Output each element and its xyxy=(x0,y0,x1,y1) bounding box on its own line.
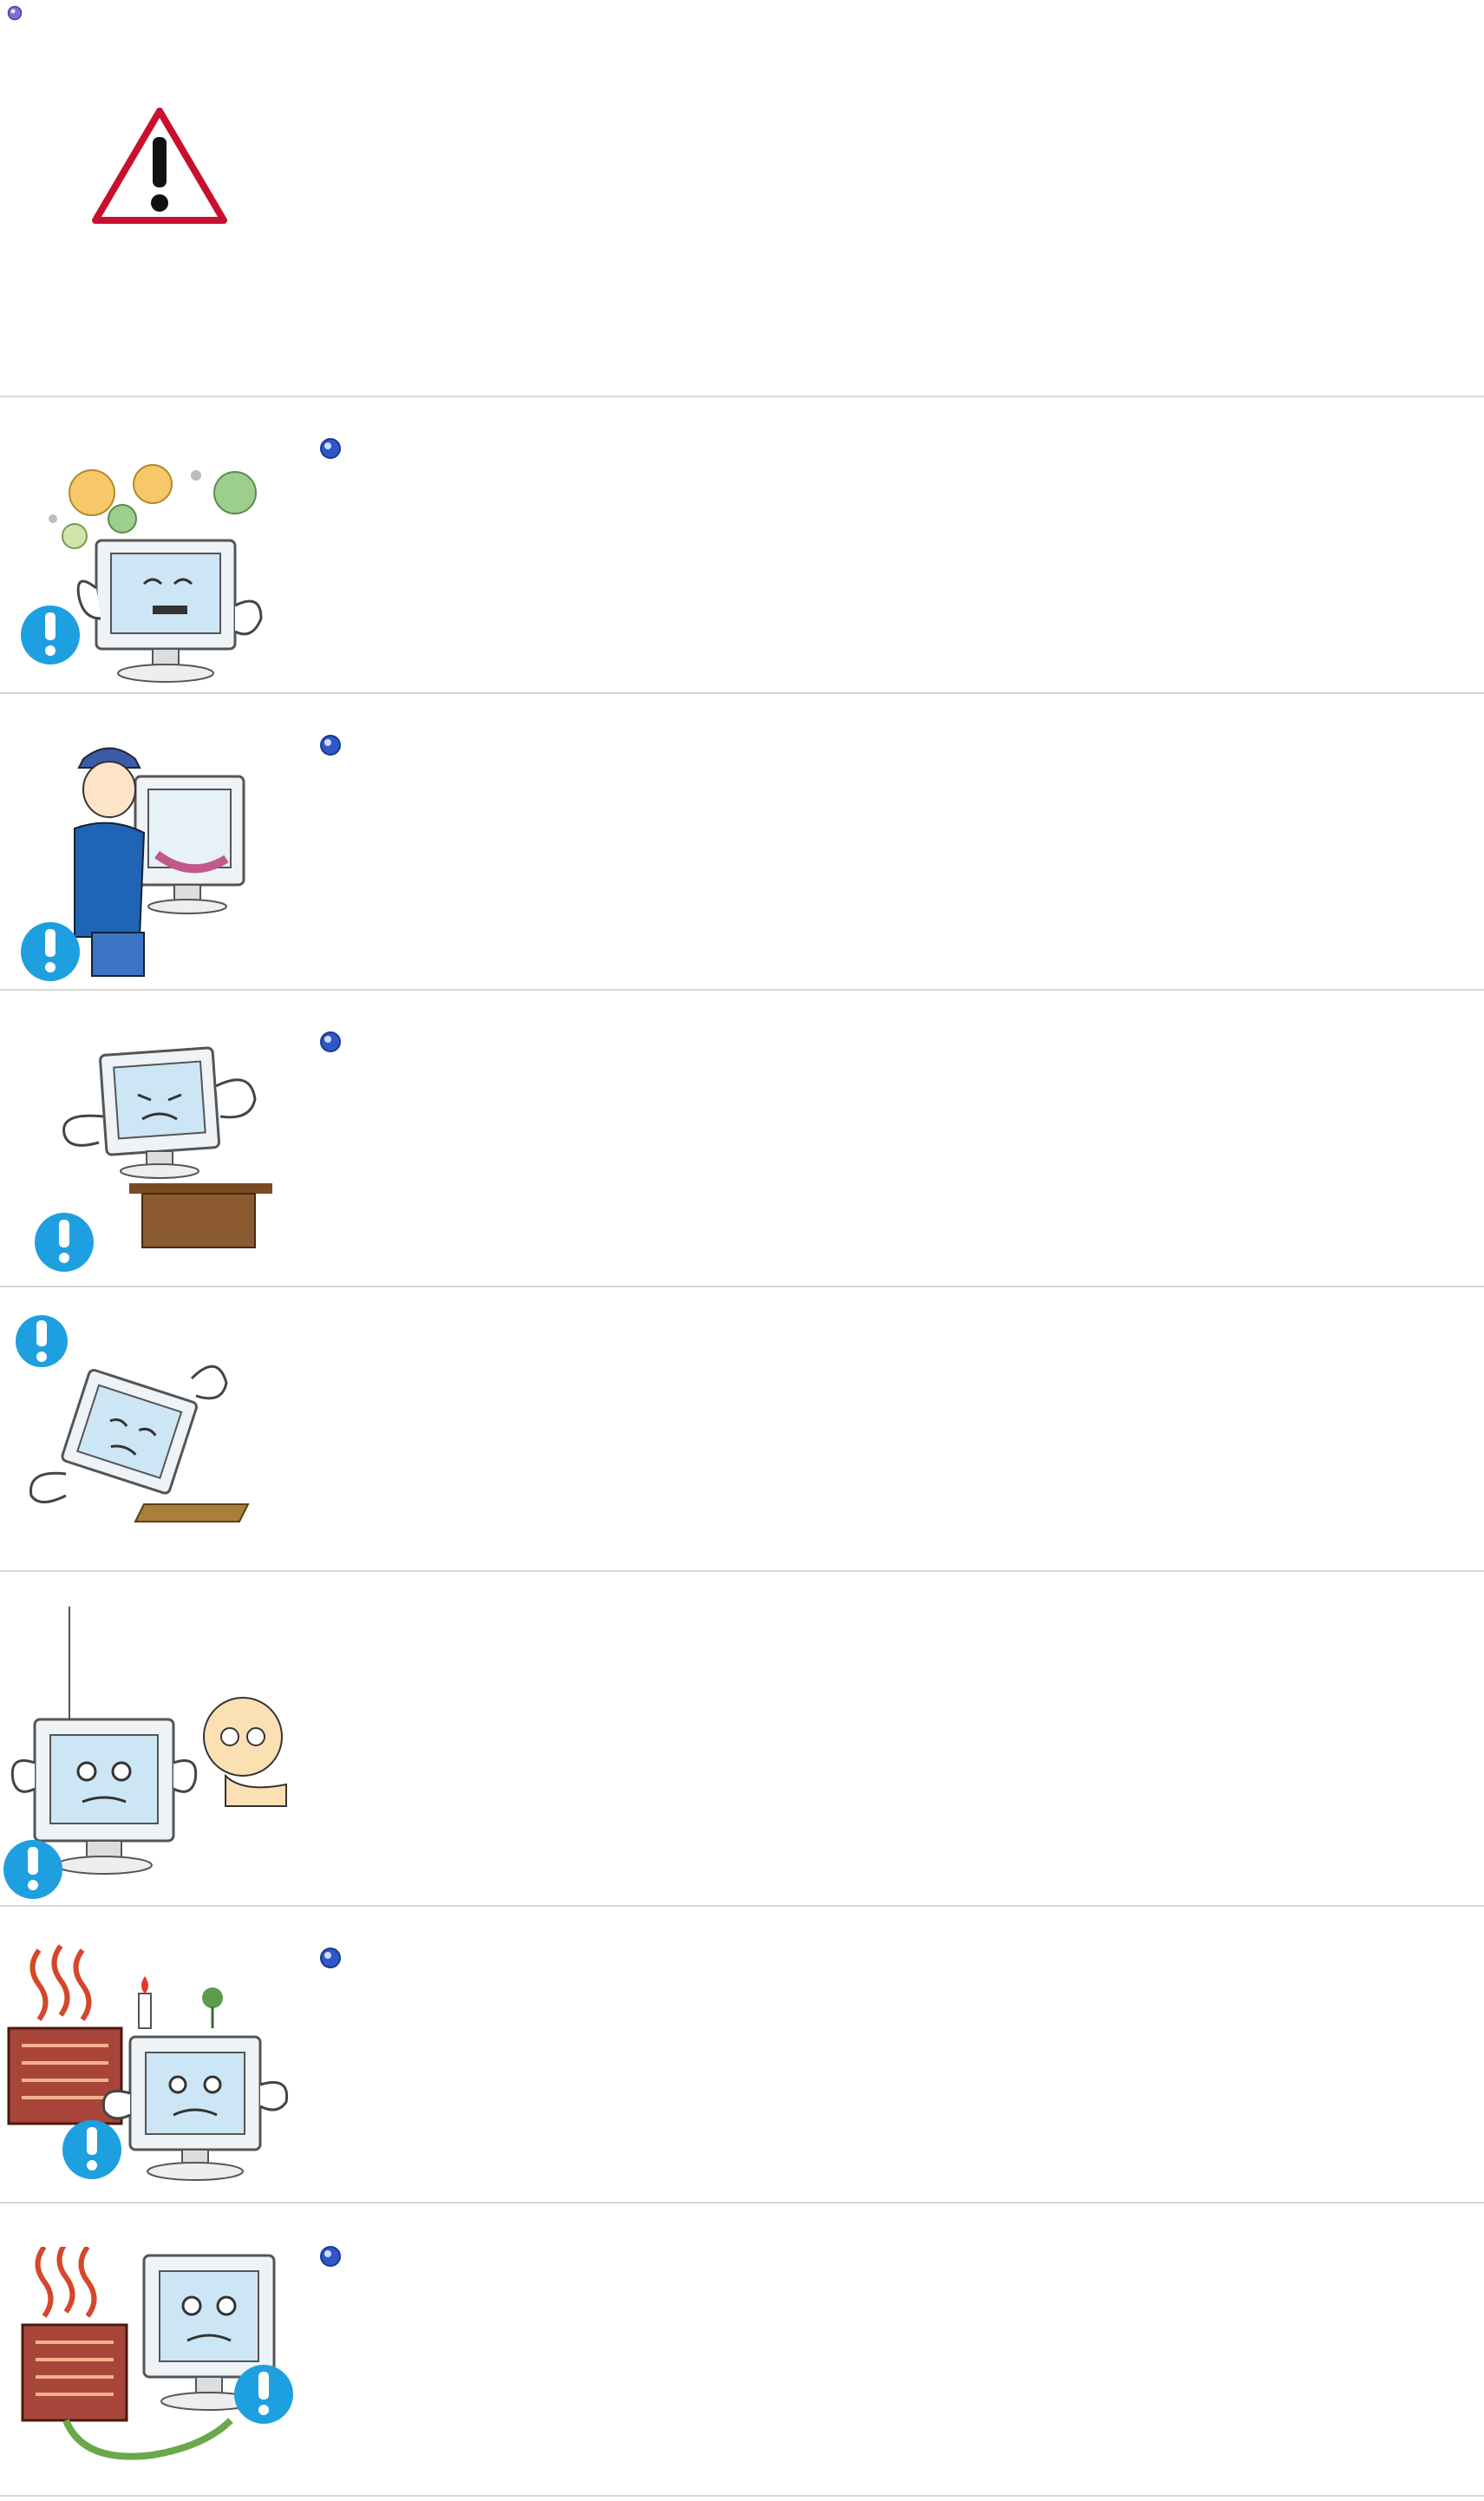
bullet-icon xyxy=(320,2246,341,2267)
warning-triangle-icon xyxy=(92,108,227,224)
bullet-icon xyxy=(320,1031,341,1052)
heater-candle-illustration xyxy=(7,1944,289,2181)
divider xyxy=(0,2495,1484,2497)
list-item xyxy=(0,2203,1484,2495)
list-item xyxy=(0,1907,1484,2202)
heater-cord-illustration xyxy=(21,2247,293,2460)
list-item xyxy=(0,1572,1484,1905)
bullet-icon xyxy=(320,438,341,459)
monitor-on-stand-illustration xyxy=(35,1046,272,1272)
list-item xyxy=(0,1287,1484,1570)
list-item xyxy=(0,694,1484,989)
list-item xyxy=(0,397,1484,692)
list-item xyxy=(0,991,1484,1286)
bullet-icon xyxy=(320,1948,341,1968)
bullet-icon xyxy=(320,735,341,756)
technician-illustration xyxy=(21,747,245,981)
monitor-antenna-baby-illustration xyxy=(3,1607,287,1899)
monitor-tilted-illustration xyxy=(16,1315,250,1522)
monitor-smoke-illustration xyxy=(21,464,263,683)
title-bullet-icon xyxy=(7,5,23,21)
